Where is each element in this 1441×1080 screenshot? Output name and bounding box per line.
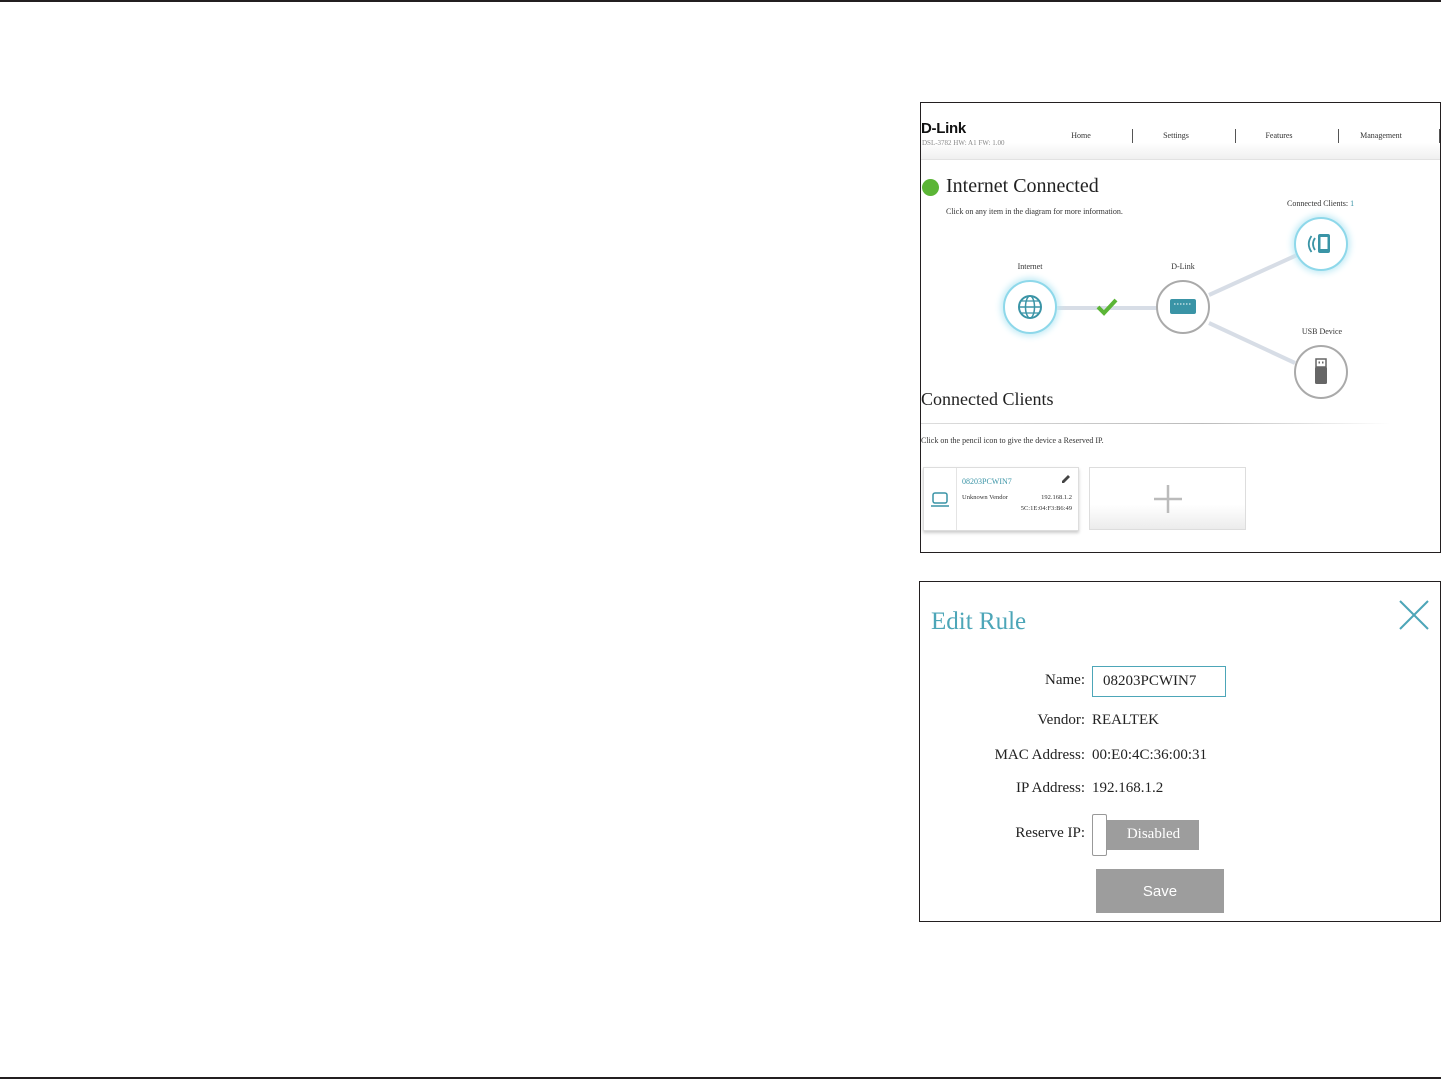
- clients-node[interactable]: [1294, 217, 1348, 271]
- internet-node[interactable]: [1003, 280, 1057, 334]
- usb-drive-icon: [1315, 358, 1327, 384]
- client-name: 08203PCWIN7: [962, 477, 1012, 486]
- save-button[interactable]: Save: [1096, 869, 1224, 913]
- client-mac: 5C:1E:04:F3:B6:49: [1020, 505, 1072, 512]
- client-card[interactable]: 08203PCWIN7 Unknown Vendor 192.168.1.2 5…: [923, 467, 1079, 531]
- page-bottom-rule: [0, 1077, 1441, 1079]
- network-diagram-lines: [1057, 253, 1298, 365]
- router-node[interactable]: [1156, 280, 1210, 334]
- close-icon[interactable]: [1398, 599, 1430, 631]
- home-screenshot-panel: D-Link DSL-3782 HW: A1 FW: 1.00 Home Set…: [920, 102, 1441, 553]
- reserve-ip-state: Disabled: [1100, 820, 1199, 850]
- wireless-device-icon: [1307, 234, 1330, 253]
- edit-rule-title: Edit Rule: [931, 608, 1027, 635]
- connected-clients-text: Connected Clients:: [1287, 199, 1349, 208]
- router-node-label: D-Link: [1171, 262, 1195, 271]
- mac-address-value: 00:E0:4C:36:00:31: [1092, 747, 1208, 763]
- globe-icon: [1018, 295, 1042, 319]
- edit-rule-panel: Edit Rule Name: Vendor: REALTEK MAC Addr…: [919, 581, 1441, 922]
- toggle-knob[interactable]: [1092, 814, 1107, 856]
- name-label: Name:: [1045, 672, 1085, 688]
- ip-address-value: 192.168.1.2: [1092, 780, 1164, 796]
- mac-address-label: MAC Address:: [994, 747, 1085, 763]
- connected-clients-hint: Click on the pencil icon to give the dev…: [921, 436, 1104, 445]
- pencil-icon[interactable]: [1060, 473, 1072, 485]
- add-client-card[interactable]: [1089, 467, 1246, 530]
- connected-clients-title: Connected Clients: [921, 389, 1054, 409]
- internet-node-label: Internet: [1017, 262, 1043, 271]
- client-vendor: Unknown Vendor: [962, 494, 1008, 501]
- connected-clients-count: 1: [1350, 199, 1355, 208]
- client-icon-cell: [924, 468, 957, 530]
- connected-clients-label: Connected Clients: 1: [1287, 199, 1354, 208]
- router-icon: [1170, 299, 1196, 314]
- reserve-ip-label: Reserve IP:: [1015, 825, 1085, 841]
- laptop-icon: [931, 492, 949, 507]
- reserve-ip-toggle[interactable]: Disabled: [1092, 814, 1200, 856]
- page-top-rule: [0, 0, 1441, 2]
- connection-check-icon: [1096, 298, 1118, 316]
- plus-icon: [1154, 485, 1182, 513]
- client-ip: 192.168.1.2: [1041, 494, 1072, 501]
- vendor-value: REALTEK: [1092, 712, 1159, 728]
- usb-node-label: USB Device: [1301, 327, 1343, 336]
- usb-node[interactable]: [1294, 345, 1348, 399]
- section-divider: [921, 423, 1391, 424]
- vendor-label: Vendor:: [1037, 712, 1086, 728]
- ip-address-label: IP Address:: [1015, 780, 1085, 796]
- name-input[interactable]: [1092, 666, 1226, 697]
